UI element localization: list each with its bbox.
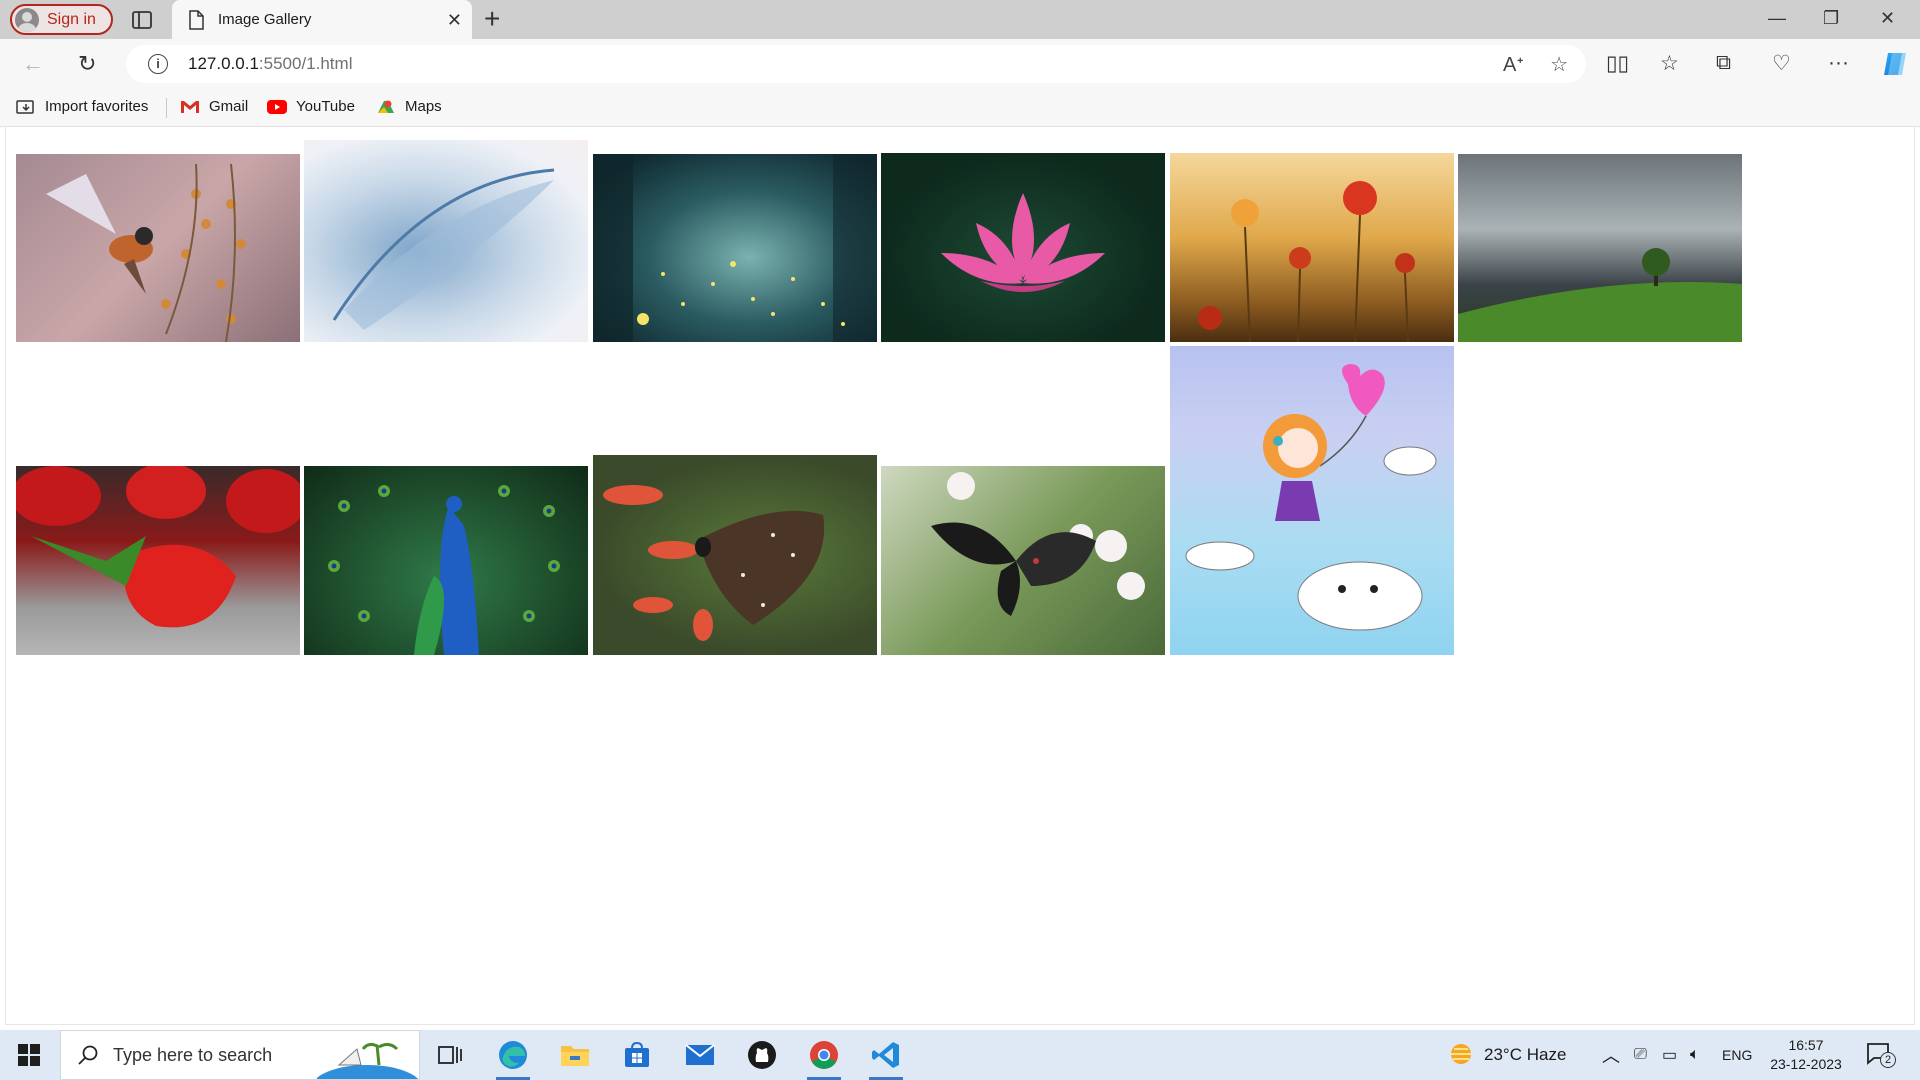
notification-count-badge: 2: [1880, 1052, 1896, 1068]
meet-now-icon[interactable]: ⎚: [1634, 1030, 1647, 1080]
url-path: :5500/1.html: [258, 54, 353, 73]
gallery-image-poppies: [1170, 153, 1454, 342]
gallery-image-cartoon-girl: [1170, 346, 1454, 655]
butterfly-white-image: [931, 472, 1145, 616]
strawberries-image: [16, 466, 300, 628]
address-bar-row: ← ↻ i 127.0.0.1:5500/1.html Aᐩ ☆ ▯▯ ☆ ⧉ …: [0, 39, 1920, 89]
refresh-icon[interactable]: ↻: [78, 51, 96, 77]
sign-in-button[interactable]: Sign in: [10, 4, 113, 35]
tab-title: Image Gallery: [218, 11, 312, 28]
favorite-label: YouTube: [296, 98, 355, 115]
gallery-image-fireflies: [593, 154, 877, 342]
url-text: 127.0.0.1:5500/1.html: [188, 54, 352, 74]
favorite-label: Gmail: [209, 98, 249, 115]
haze-weather-icon: [1451, 1044, 1471, 1064]
favorite-import[interactable]: Import favorites: [16, 98, 148, 115]
import-favorites-icon: [16, 99, 34, 114]
split-screen-icon[interactable]: ▯▯: [1606, 51, 1629, 76]
poppies-image: [1198, 181, 1415, 342]
tab-actions-icon[interactable]: [130, 8, 154, 32]
battery-icon[interactable]: ▭: [1662, 1030, 1677, 1080]
lotus-image: [941, 193, 1105, 292]
profile-avatar-icon: [15, 7, 39, 32]
read-aloud-icon[interactable]: Aᐩ: [1503, 52, 1524, 77]
feather-image: [332, 168, 555, 330]
vscode-icon[interactable]: [861, 1030, 911, 1080]
favorite-label: Import favorites: [45, 98, 149, 115]
favorites-divider: [166, 98, 167, 118]
tab-image-gallery[interactable]: Image Gallery ✕: [172, 0, 472, 39]
gallery-image-strawberries: [16, 466, 300, 655]
peacock-image: [328, 485, 560, 655]
microsoft-store-icon[interactable]: [612, 1030, 662, 1080]
edge-taskbar-icon[interactable]: [488, 1030, 538, 1080]
search-icon: [78, 1045, 98, 1065]
page-viewport: [5, 127, 1915, 1025]
weather-text: 23°C Haze: [1484, 1045, 1567, 1064]
show-hidden-icons-chevron-up-icon[interactable]: ︿: [1602, 1030, 1620, 1080]
maps-icon: [378, 100, 394, 113]
more-options-icon[interactable]: ···: [1828, 51, 1849, 75]
gmail-icon: [181, 100, 199, 113]
gallery-image-butterfly-red: [593, 455, 877, 655]
weather-widget[interactable]: 23°C Haze: [1446, 1030, 1566, 1080]
notifications-icon[interactable]: 2: [1866, 1042, 1896, 1071]
windows-start-icon[interactable]: [18, 1044, 40, 1066]
favorite-label: Maps: [405, 98, 442, 115]
gallery-image-peacock: [304, 466, 588, 655]
close-tab-icon[interactable]: ✕: [447, 10, 462, 31]
url-host: 127.0.0.1: [188, 54, 259, 73]
search-placeholder: Type here to search: [113, 1044, 273, 1065]
mail-icon[interactable]: [675, 1030, 725, 1080]
favorite-youtube[interactable]: YouTube: [267, 98, 355, 115]
favorites-bar: Import favorites Gmail YouTube Maps: [0, 89, 1920, 127]
gallery-image-feather: [304, 140, 588, 342]
task-view-icon[interactable]: [425, 1030, 475, 1080]
browser-essentials-icon[interactable]: ♡: [1772, 51, 1791, 76]
favorite-maps[interactable]: Maps: [376, 98, 442, 115]
close-window-icon[interactable]: ✕: [1880, 8, 1895, 29]
sign-in-label: Sign in: [47, 10, 96, 28]
new-tab-icon[interactable]: +: [484, 5, 500, 33]
back-icon[interactable]: ←: [22, 51, 44, 77]
youtube-icon: [267, 99, 287, 114]
address-input[interactable]: i 127.0.0.1:5500/1.html Aᐩ ☆: [126, 45, 1586, 83]
language-indicator[interactable]: ENG: [1722, 1030, 1752, 1080]
gallery-image-lotus: [881, 153, 1165, 342]
tree-image: [1458, 248, 1742, 342]
clock-date: 23-12-2023: [1770, 1056, 1842, 1072]
page-icon: [189, 9, 204, 30]
gallery-image-tree: [1458, 154, 1742, 342]
clock-time: 16:57: [1788, 1037, 1824, 1053]
tab-strip: Sign in Image Gallery ✕ + — ❐ ✕: [0, 0, 1920, 39]
favorite-star-icon[interactable]: ☆: [1550, 52, 1568, 77]
gallery-image-bird: [16, 154, 300, 342]
site-info-icon[interactable]: i: [148, 54, 168, 74]
chrome-icon[interactable]: [799, 1030, 849, 1080]
bird-image: [46, 163, 246, 342]
minimize-icon[interactable]: —: [1768, 8, 1786, 29]
taskbar-search[interactable]: Type here to search: [60, 1030, 420, 1080]
clock[interactable]: 16:57 23-12-2023: [1766, 1036, 1846, 1074]
file-explorer-icon[interactable]: [550, 1030, 600, 1080]
favorite-gmail[interactable]: Gmail: [180, 98, 248, 115]
restore-icon[interactable]: ❐: [1823, 8, 1839, 29]
volume-icon[interactable]: 🔈︎: [1690, 1030, 1700, 1080]
github-icon[interactable]: [737, 1030, 787, 1080]
copilot-icon[interactable]: [1880, 49, 1910, 79]
gallery-image-butterfly-white: [881, 466, 1165, 655]
cartoon-girl-image: [1185, 364, 1437, 631]
favorites-icon[interactable]: ☆: [1660, 51, 1679, 76]
taskbar: Type here to search 23°C Haze ︿ ⎚ ▭ 🔈︎ E…: [0, 1030, 1920, 1080]
search-highlight-island-icon: [317, 1042, 419, 1079]
fireflies-image: [593, 154, 877, 342]
collections-icon[interactable]: ⧉: [1716, 51, 1731, 75]
butterfly-red-image: [603, 485, 825, 641]
